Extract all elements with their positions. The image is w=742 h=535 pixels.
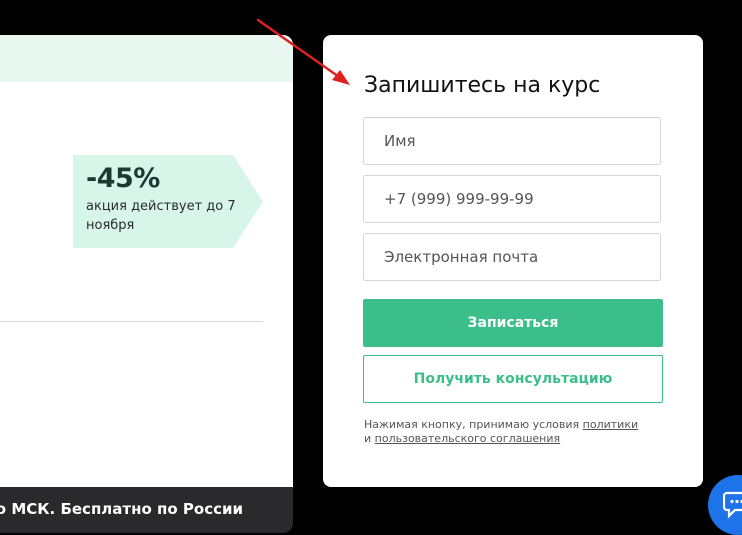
consent-text: Нажимая кнопку, принимаю условия политик… bbox=[364, 418, 664, 446]
red-arrow-icon bbox=[256, 18, 350, 85]
discount-badge: -45% акция действует до 7 ноября bbox=[73, 155, 263, 248]
course-info-panel: -45% акция действует до 7 ноября bbox=[0, 35, 293, 487]
name-input[interactable] bbox=[363, 117, 661, 165]
consent-and: и bbox=[364, 432, 372, 445]
submit-button[interactable]: Записаться bbox=[363, 299, 663, 347]
signup-form: Запишитесь на курс Записаться Получить к… bbox=[323, 35, 703, 487]
phone-input[interactable] bbox=[363, 175, 661, 223]
discount-value: -45% bbox=[86, 163, 160, 194]
discount-note: акция действует до 7 ноября bbox=[86, 199, 236, 233]
policy-link[interactable]: политики bbox=[583, 418, 638, 431]
contact-bar-text: 9 по МСК. Бесплатно по России bbox=[0, 500, 243, 518]
contact-bar: 9 по МСК. Бесплатно по России bbox=[0, 487, 293, 533]
divider bbox=[0, 321, 263, 322]
chat-bubble-icon bbox=[723, 491, 742, 519]
email-input[interactable] bbox=[363, 233, 661, 281]
chat-button[interactable] bbox=[708, 475, 742, 535]
form-title: Запишитесь на курс bbox=[364, 73, 601, 98]
consent-prefix: Нажимая кнопку, принимаю условия bbox=[364, 418, 580, 431]
user-agreement-link[interactable]: пользовательского соглашения bbox=[375, 432, 560, 445]
consultation-button[interactable]: Получить консультацию bbox=[363, 355, 663, 403]
